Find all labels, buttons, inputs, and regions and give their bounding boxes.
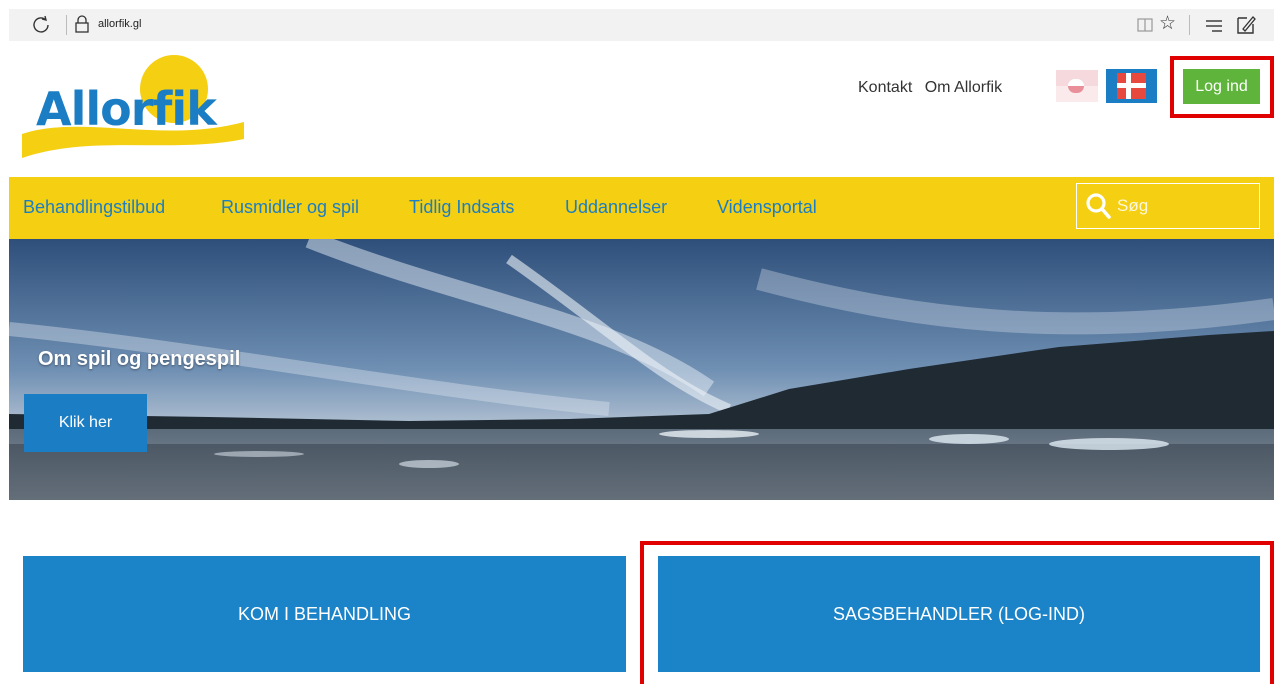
lock-icon bbox=[75, 15, 89, 33]
hero-title: Om spil og pengespil bbox=[38, 348, 241, 370]
main-navigation: Behandlingstilbud Rusmidler og spil Tidl… bbox=[9, 177, 1274, 239]
highlight-box-login bbox=[1170, 56, 1274, 118]
nav-item-tidlig-indsats[interactable]: Tidlig Indsats bbox=[409, 197, 514, 218]
about-link[interactable]: Om Allorfik bbox=[925, 79, 1002, 96]
get-treatment-button[interactable]: KOM I BEHANDLING bbox=[23, 556, 626, 672]
highlight-box-caseworker bbox=[640, 541, 1274, 684]
denmark-flag-icon[interactable] bbox=[1106, 69, 1157, 103]
top-links: Kontakt Om Allorfik bbox=[858, 79, 1010, 97]
search-box[interactable] bbox=[1076, 183, 1260, 229]
allorfik-logo[interactable]: Allorfik bbox=[22, 54, 244, 164]
hub-icon[interactable] bbox=[1205, 17, 1223, 33]
address-bar-url[interactable]: allorfik.gl bbox=[98, 18, 141, 30]
hero-button[interactable]: Klik her bbox=[24, 394, 147, 452]
search-icon[interactable] bbox=[1085, 192, 1111, 220]
favorite-star-icon[interactable]: ☆ bbox=[1159, 12, 1176, 36]
logo-text: Allorfik bbox=[36, 82, 217, 136]
nav-item-vidensportal[interactable]: Vidensportal bbox=[717, 197, 817, 218]
reader-view-icon[interactable] bbox=[1137, 17, 1153, 33]
toolbar-divider bbox=[1189, 15, 1190, 35]
browser-toolbar: allorfik.gl ☆ bbox=[9, 9, 1274, 41]
contact-link[interactable]: Kontakt bbox=[858, 79, 912, 96]
web-note-icon[interactable] bbox=[1235, 14, 1257, 36]
hero-banner: Om spil og pengespil Klik her bbox=[9, 239, 1274, 500]
nav-item-rusmidler-og-spil[interactable]: Rusmidler og spil bbox=[221, 197, 359, 218]
greenland-flag-icon[interactable] bbox=[1056, 70, 1098, 102]
nav-item-behandlingstilbud[interactable]: Behandlingstilbud bbox=[23, 197, 165, 218]
search-input[interactable] bbox=[1117, 194, 1253, 218]
refresh-icon[interactable] bbox=[31, 15, 51, 35]
toolbar-divider bbox=[66, 15, 67, 35]
nav-item-uddannelser[interactable]: Uddannelser bbox=[565, 197, 667, 218]
